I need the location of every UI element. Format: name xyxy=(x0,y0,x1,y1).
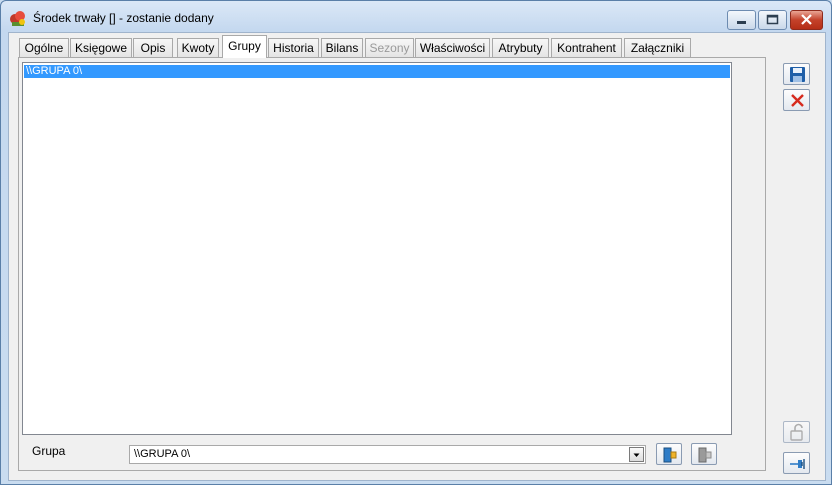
title-bar[interactable]: Środek trwały [] - zostanie dodany xyxy=(1,1,831,33)
tab-panel-grupy: \\GRUPA 0\ Grupa \\GRUPA 0\ xyxy=(18,57,766,471)
grupa-label: Grupa xyxy=(32,444,66,458)
grupa-combobox[interactable]: \\GRUPA 0\ xyxy=(129,445,646,464)
tab-wlasciwosci[interactable]: Właściwości xyxy=(415,38,490,57)
tab-opis[interactable]: Opis xyxy=(133,38,173,57)
go-to-group-icon xyxy=(663,447,677,463)
pin-icon xyxy=(790,459,805,469)
close-window-button[interactable] xyxy=(790,10,823,30)
tab-kontrahent[interactable]: Kontrahent xyxy=(551,38,622,57)
go-to-group-disabled-button[interactable] xyxy=(691,443,717,465)
list-item[interactable]: \\GRUPA 0\ xyxy=(24,65,730,78)
groups-listbox[interactable]: \\GRUPA 0\ xyxy=(22,62,732,435)
tab-ksiegowe[interactable]: Księgowe xyxy=(70,38,132,57)
dialog-client-area: Ogólne Księgowe Opis Kwoty Grupy Histori… xyxy=(8,32,826,481)
grupa-value: \\GRUPA 0\ xyxy=(134,448,191,460)
go-to-group-button[interactable] xyxy=(656,443,682,465)
tab-zalaczniki[interactable]: Załączniki xyxy=(624,38,691,57)
pin-button[interactable] xyxy=(783,452,810,474)
tab-historia[interactable]: Historia xyxy=(268,38,319,57)
minimize-button[interactable] xyxy=(727,10,756,30)
save-button[interactable] xyxy=(783,63,810,85)
lock-button[interactable] xyxy=(783,421,810,443)
tab-bilans[interactable]: Bilans xyxy=(321,38,363,57)
tab-kwoty[interactable]: Kwoty xyxy=(177,38,219,57)
fixed-asset-icon xyxy=(9,9,27,27)
cancel-button[interactable] xyxy=(783,89,810,111)
save-icon xyxy=(790,67,805,82)
dropdown-arrow-icon[interactable] xyxy=(629,447,644,462)
go-to-group-disabled-icon xyxy=(698,447,712,463)
window-title: Środek trwały [] - zostanie dodany xyxy=(33,11,214,25)
tab-grupy[interactable]: Grupy xyxy=(222,35,267,58)
maximize-button[interactable] xyxy=(758,10,787,30)
tab-atrybuty[interactable]: Atrybuty xyxy=(492,38,549,57)
tab-sezony: Sezony xyxy=(365,38,414,57)
tab-ogolne[interactable]: Ogólne xyxy=(19,38,69,57)
cancel-icon xyxy=(791,94,804,107)
padlock-icon xyxy=(790,423,803,441)
app-window: Środek trwały [] - zostanie dodany Ogóln… xyxy=(0,0,832,485)
